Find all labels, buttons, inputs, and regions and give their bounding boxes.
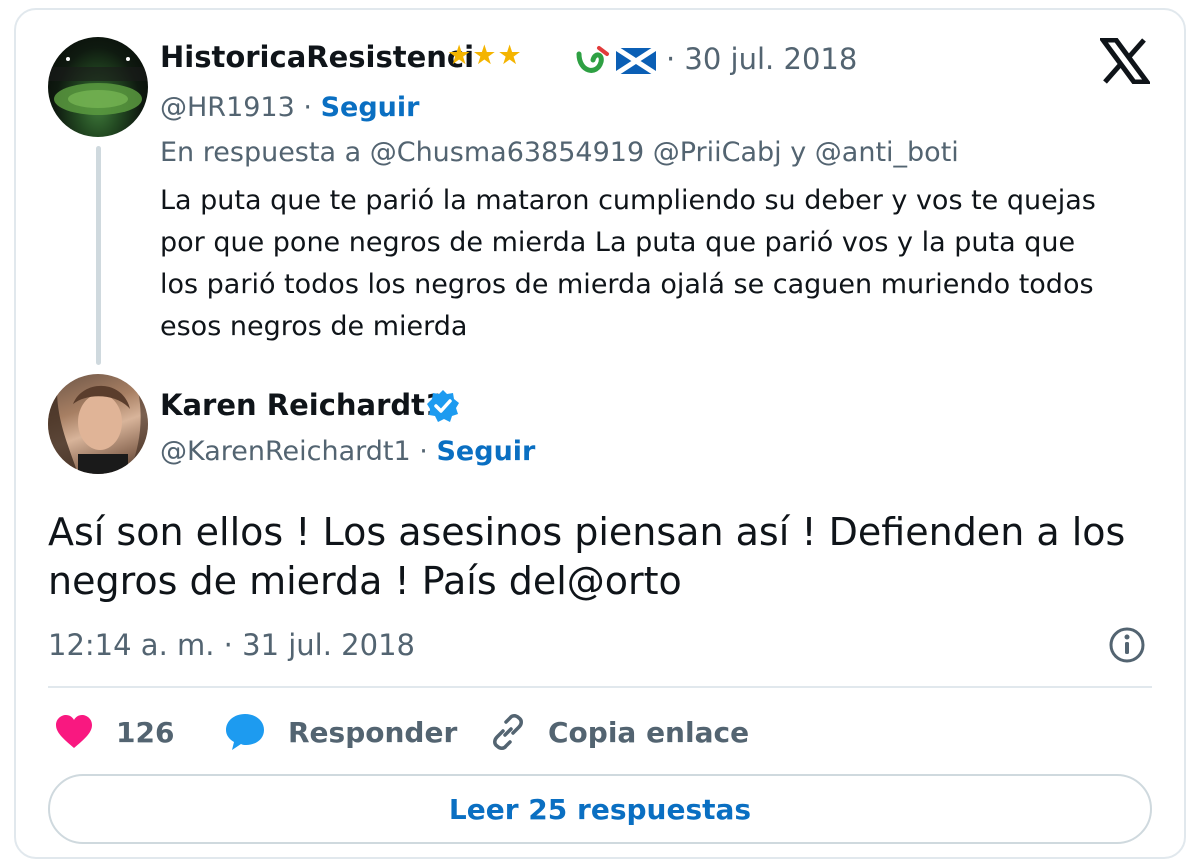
star-emoji-icon: ★ [447, 40, 473, 71]
tweet-text-line: por que pone negros de mierda La puta qu… [160, 227, 1076, 258]
like-count[interactable]: 126 [116, 716, 174, 749]
author-handle-row: @HR1913 · Seguir [160, 92, 419, 123]
main-tweet-text: Así son ellos ! Los asesinos piensan así… [48, 508, 1148, 606]
reply-to-context[interactable]: En respuesta a @Chusma63854919 @PriiCabj… [160, 137, 959, 168]
avatar[interactable] [48, 374, 148, 474]
speech-bubble-icon[interactable] [224, 712, 266, 752]
green-hook-emoji-icon [575, 44, 611, 78]
tweet-text-line: Así son ellos ! Los asesinos piensan así… [48, 510, 1126, 554]
tweet-text-line: negros de mierda ! País del@orto [48, 559, 682, 603]
parent-tweet-text: La puta que te parió la mataron cumplien… [160, 180, 1160, 348]
star-emoji-icon: ★ [472, 40, 498, 71]
tweet-text-line: La puta que te parió la mataron cumplien… [160, 185, 1096, 216]
tweet-text-line: los parió todos los negros de mierda oja… [160, 269, 1094, 300]
copy-link-button[interactable]: Copia enlace [548, 716, 749, 749]
author-name[interactable]: Karen Reichardt1 [160, 388, 445, 422]
avatar[interactable] [48, 37, 148, 137]
read-replies-button[interactable]: Leer 25 respuestas [48, 774, 1152, 844]
verified-badge-icon [426, 389, 460, 423]
star-emoji-icon: ★ [497, 40, 523, 71]
separator-dot: · [419, 436, 428, 467]
author-name[interactable]: HistoricaResistenci [160, 40, 474, 74]
separator-dot: · [303, 92, 312, 123]
info-icon[interactable] [1108, 626, 1146, 664]
thread-connector [96, 146, 101, 365]
tweet-timestamp[interactable]: 12:14 a. m. · 31 jul. 2018 [48, 628, 415, 662]
follow-button[interactable]: Seguir [321, 92, 420, 123]
heart-icon[interactable] [54, 714, 94, 750]
author-handle-row: @KarenReichardt1 · Seguir [160, 436, 535, 467]
follow-button[interactable]: Seguir [436, 436, 535, 467]
name-emoji-group: ★★★ [447, 40, 523, 71]
tweet-date[interactable]: · 30 jul. 2018 [666, 42, 857, 76]
saltire-flag-icon [614, 45, 658, 77]
link-icon[interactable] [488, 712, 528, 752]
author-handle[interactable]: @KarenReichardt1 [160, 436, 411, 467]
x-logo-icon[interactable] [1098, 37, 1152, 85]
read-replies-label: Leer 25 respuestas [448, 792, 752, 826]
divider [48, 686, 1152, 688]
tweet-text-line: esos negros de mierda [160, 311, 468, 342]
author-handle[interactable]: @HR1913 [160, 92, 295, 123]
reply-button[interactable]: Responder [288, 716, 457, 749]
